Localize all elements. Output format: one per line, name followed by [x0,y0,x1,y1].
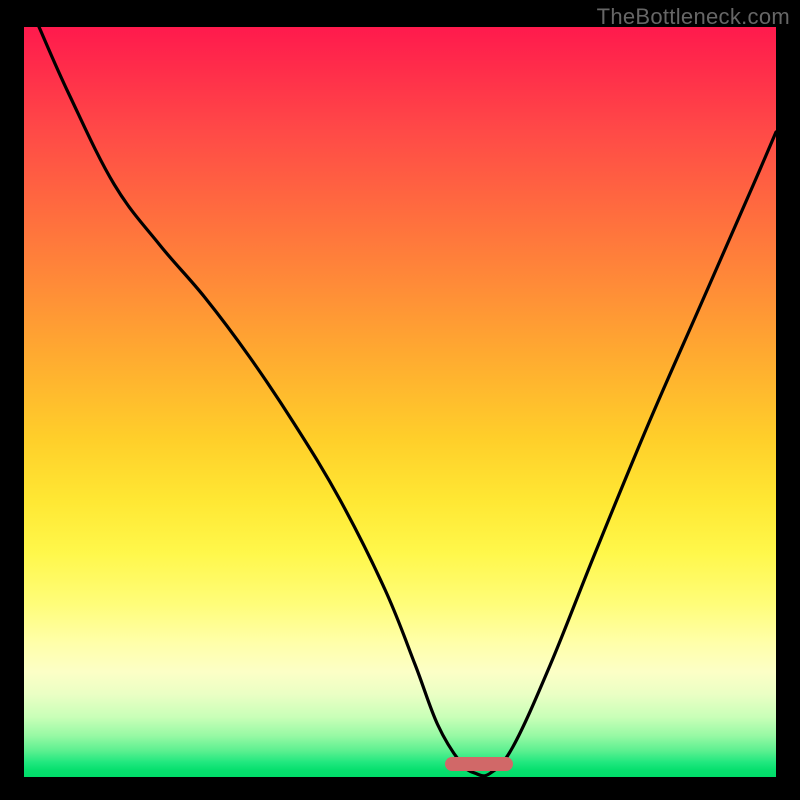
watermark-text: TheBottleneck.com [597,4,790,30]
chart-frame: TheBottleneck.com [0,0,800,800]
plot-area [24,27,776,777]
curve-layer [24,27,776,777]
optimal-range-marker [445,757,513,771]
bottleneck-curve [39,27,776,776]
